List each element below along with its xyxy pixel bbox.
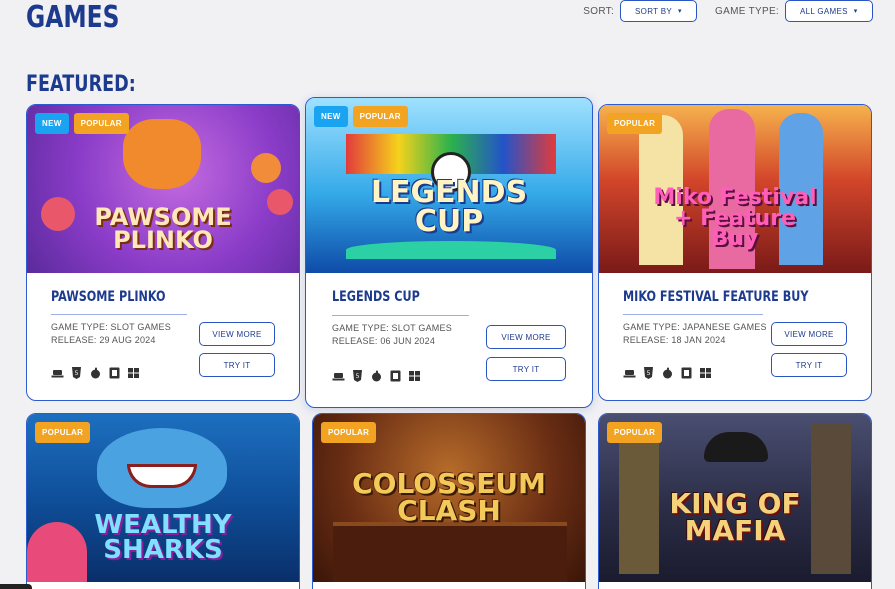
game-type-dropdown-value: ALL GAMES	[800, 6, 848, 16]
badge-group: POPULAR	[607, 113, 663, 134]
page-title: GAMES	[26, 0, 120, 35]
game-thumbnail[interactable]: Miko Festival + Feature Buy POPULAR	[599, 105, 871, 273]
desktop-icon	[51, 367, 64, 379]
svg-text:5: 5	[647, 370, 651, 377]
android-icon	[389, 370, 402, 382]
game-art-title: LEGENDS CUP	[370, 175, 528, 239]
game-art-title: PAWSOME PLINKO	[94, 203, 232, 254]
scrollbar-corner	[0, 584, 32, 589]
game-type-label: GAME TYPE:	[715, 5, 779, 17]
game-card[interactable]: LEGENDS CUP NEW POPULAR LEGENDS CUP GAME…	[305, 97, 593, 408]
divider	[623, 314, 763, 315]
svg-text:5: 5	[75, 370, 79, 377]
desktop-icon	[332, 370, 345, 382]
game-info: LEGENDS CUP GAME TYPE: SLOT GAMES RELEAS…	[306, 273, 592, 407]
svg-text:5: 5	[356, 373, 360, 380]
game-name[interactable]: MIKO FESTIVAL FEATURE BUY	[623, 289, 808, 305]
caret-down-icon: ▾	[677, 8, 682, 15]
popular-badge: POPULAR	[607, 113, 663, 134]
desktop-icon	[623, 367, 636, 379]
game-type: GAME TYPE: SLOT GAMES	[332, 323, 452, 333]
game-thumbnail[interactable]: COLOSSEUM CLASH POPULAR	[313, 414, 585, 582]
badge-group: POPULAR	[35, 422, 91, 443]
section-heading: FEATURED:	[26, 72, 136, 97]
game-name[interactable]: PAWSOME PLINKO	[51, 289, 166, 305]
apple-icon	[370, 370, 383, 382]
game-art-title: COLOSSEUM CLASH	[352, 467, 546, 527]
release-date: RELEASE: 18 JAN 2024	[623, 335, 726, 345]
android-icon	[108, 367, 121, 379]
html5-icon: 5	[70, 367, 83, 379]
apple-icon	[89, 367, 102, 379]
platform-icons: 5	[332, 370, 421, 382]
game-thumbnail[interactable]: PAWSOME PLINKO NEW POPULAR	[27, 105, 299, 273]
game-thumbnail[interactable]: WEALTHY SHARKS POPULAR	[27, 414, 299, 582]
sort-dropdown[interactable]: SORT BY ▾	[620, 0, 698, 22]
game-card[interactable]: WEALTHY SHARKS POPULAR	[26, 413, 300, 589]
popular-badge: POPULAR	[321, 422, 377, 443]
game-card[interactable]: PAWSOME PLINKO NEW POPULAR PAWSOME PLINK…	[26, 104, 300, 401]
game-name[interactable]: LEGENDS CUP	[332, 289, 420, 305]
popular-badge: POPULAR	[35, 422, 91, 443]
try-it-button[interactable]: TRY IT	[771, 353, 847, 377]
html5-icon: 5	[642, 367, 655, 379]
game-meta: GAME TYPE: SLOT GAMES RELEASE: 06 JUN 20…	[332, 322, 452, 348]
game-meta: GAME TYPE: JAPANESE GAMES RELEASE: 18 JA…	[623, 321, 767, 347]
release-date: RELEASE: 29 AUG 2024	[51, 335, 156, 345]
platform-icons: 5	[623, 367, 712, 379]
game-info: PAWSOME PLINKO GAME TYPE: SLOT GAMES REL…	[27, 273, 299, 400]
popular-badge: POPULAR	[607, 422, 663, 443]
view-more-button[interactable]: VIEW MORE	[199, 322, 275, 346]
game-thumbnail[interactable]: LEGENDS CUP NEW POPULAR	[306, 98, 592, 273]
windows-icon	[699, 367, 712, 379]
game-info: MIKO FESTIVAL FEATURE BUY GAME TYPE: JAP…	[599, 273, 871, 400]
view-more-button[interactable]: VIEW MORE	[486, 325, 566, 349]
popular-badge: POPULAR	[352, 106, 408, 127]
game-art-title: WEALTHY SHARKS	[94, 510, 232, 565]
game-art-title: Miko Festival + Feature Buy	[653, 184, 817, 252]
game-card[interactable]: COLOSSEUM CLASH POPULAR	[312, 413, 586, 589]
game-card[interactable]: KING OF MAFIA POPULAR	[598, 413, 872, 589]
view-more-button[interactable]: VIEW MORE	[771, 322, 847, 346]
new-badge: NEW	[314, 106, 348, 127]
badge-group: POPULAR	[321, 422, 377, 443]
game-card[interactable]: Miko Festival + Feature Buy POPULAR MIKO…	[598, 104, 872, 401]
windows-icon	[127, 367, 140, 379]
filter-controls: SORT: SORT BY ▾ GAME TYPE: ALL GAMES ▾	[583, 0, 873, 22]
html5-icon: 5	[351, 370, 364, 382]
badge-group: POPULAR	[607, 422, 663, 443]
badge-group: NEW POPULAR	[35, 113, 129, 134]
game-art-title: KING OF MAFIA	[669, 487, 801, 547]
try-it-button[interactable]: TRY IT	[199, 353, 275, 377]
sort-dropdown-value: SORT BY	[635, 6, 672, 16]
popular-badge: POPULAR	[73, 113, 129, 134]
windows-icon	[408, 370, 421, 382]
game-meta: GAME TYPE: SLOT GAMES RELEASE: 29 AUG 20…	[51, 321, 171, 347]
badge-group: NEW POPULAR	[314, 106, 408, 127]
try-it-button[interactable]: TRY IT	[486, 357, 566, 381]
new-badge: NEW	[35, 113, 69, 134]
release-date: RELEASE: 06 JUN 2024	[332, 336, 436, 346]
android-icon	[680, 367, 693, 379]
apple-icon	[661, 367, 674, 379]
game-type: GAME TYPE: JAPANESE GAMES	[623, 322, 767, 332]
game-type: GAME TYPE: SLOT GAMES	[51, 322, 171, 332]
platform-icons: 5	[51, 367, 140, 379]
sort-label: SORT:	[583, 5, 615, 17]
divider	[332, 315, 469, 316]
game-type-dropdown[interactable]: ALL GAMES ▾	[785, 0, 873, 22]
divider	[51, 314, 187, 315]
caret-down-icon: ▾	[853, 8, 858, 15]
game-thumbnail[interactable]: KING OF MAFIA POPULAR	[599, 414, 871, 582]
